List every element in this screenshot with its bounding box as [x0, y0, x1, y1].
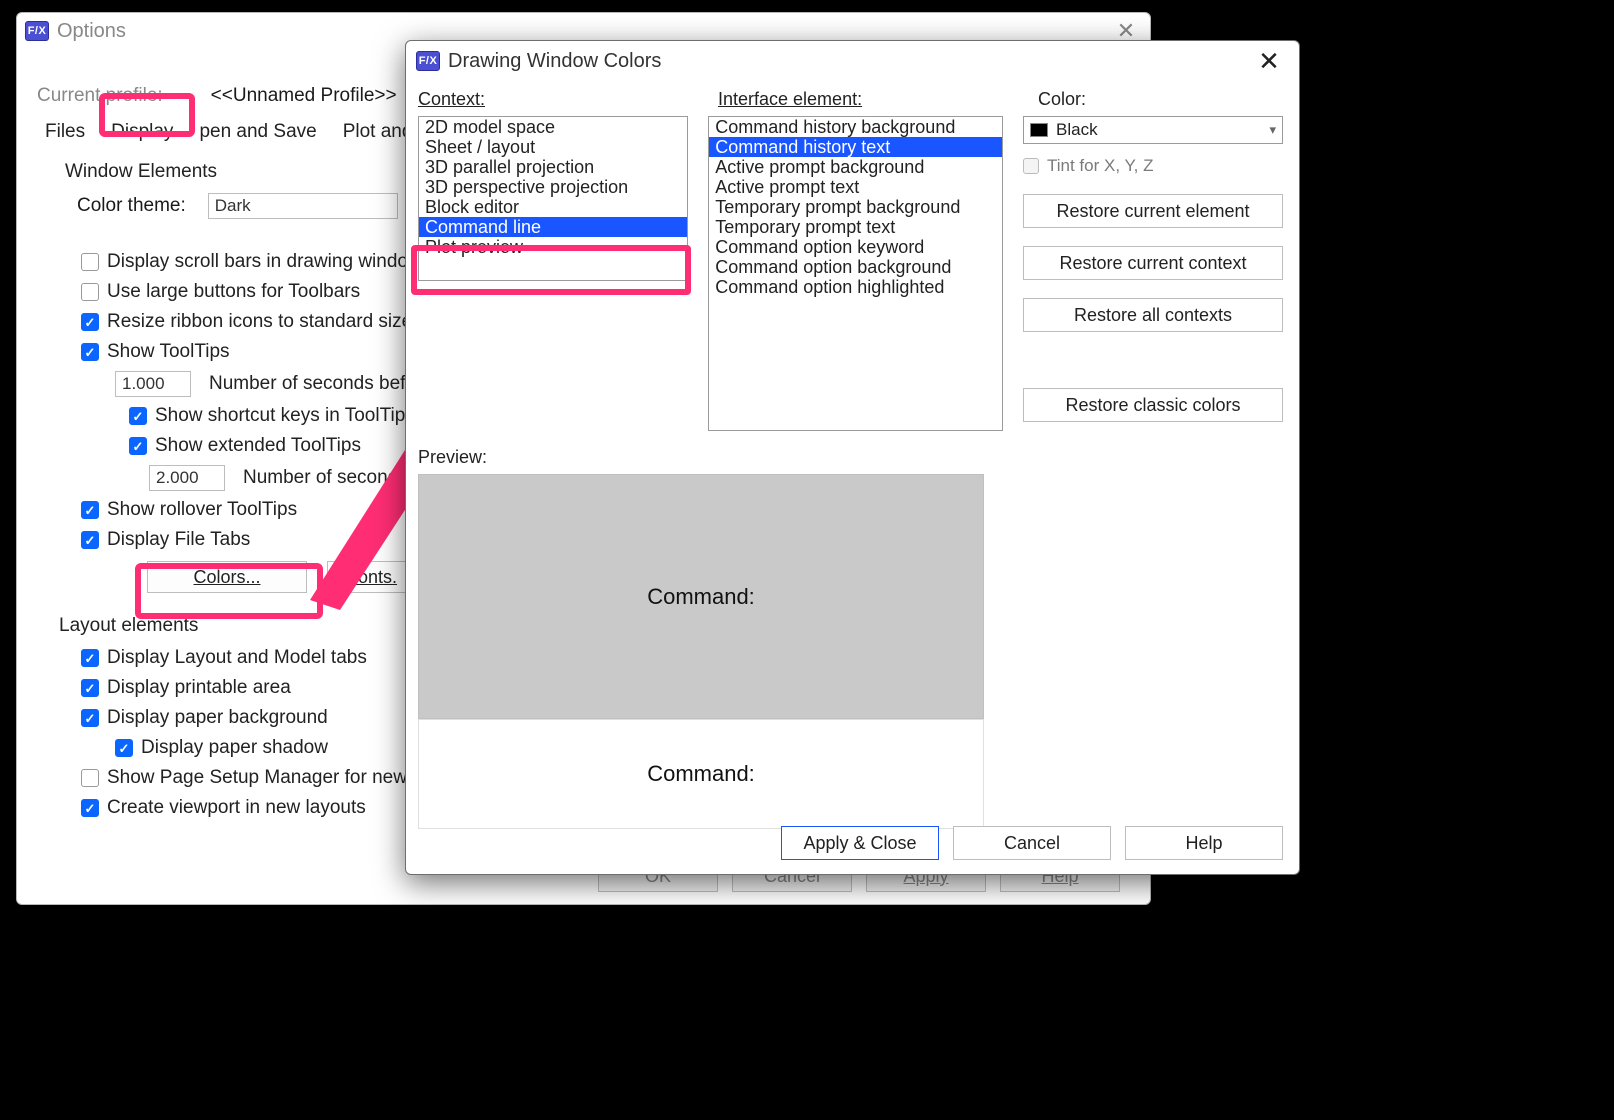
restore-current-element-button[interactable]: Restore current element — [1023, 194, 1283, 228]
chk-page-setup-manager[interactable] — [81, 769, 99, 787]
chk-page-setup-manager-label: Show Page Setup Manager for new lay — [107, 767, 437, 789]
element-item[interactable]: Command option keyword — [709, 237, 1002, 257]
chk-shortcut-tooltips-label: Show shortcut keys in ToolTips — [155, 405, 415, 427]
chk-printable-area-label: Display printable area — [107, 677, 291, 699]
tab-display[interactable]: Display — [103, 117, 181, 147]
context-item[interactable]: 3D perspective projection — [419, 177, 687, 197]
element-listbox[interactable]: Command history backgroundCommand histor… — [708, 116, 1003, 431]
chk-rollover-tooltips[interactable] — [81, 501, 99, 519]
app-icon: F/X — [25, 21, 49, 41]
tooltip-delay-label: Number of seconds before — [209, 373, 433, 395]
chk-rollover-tooltips-label: Show rollover ToolTips — [107, 499, 297, 521]
chk-create-viewport-label: Create viewport in new layouts — [107, 797, 366, 819]
options-title: Options — [57, 20, 126, 43]
ext-tooltip-delay-input[interactable]: 2.000 — [149, 465, 225, 491]
chk-file-tabs-label: Display File Tabs — [107, 529, 250, 551]
element-item[interactable]: Command option background — [709, 257, 1002, 277]
chk-extended-tooltips[interactable] — [129, 437, 147, 455]
chk-scrollbars-label: Display scroll bars in drawing window — [107, 251, 422, 273]
chk-resize-icons[interactable] — [81, 313, 99, 331]
chk-resize-icons-label: Resize ribbon icons to standard sizes — [107, 311, 422, 333]
apply-close-button[interactable]: Apply & Close — [781, 826, 939, 860]
color-swatch-icon — [1030, 123, 1048, 137]
color-theme-select[interactable]: Dark — [208, 193, 398, 219]
element-item[interactable]: Command history background — [709, 117, 1002, 137]
drawing-window-colors-dialog: F/X Drawing Window Colors ✕ Context: Int… — [405, 40, 1300, 875]
preview-label: Preview: — [418, 447, 1299, 468]
context-item[interactable]: 3D parallel projection — [419, 157, 687, 177]
dwc-titlebar: F/X Drawing Window Colors ✕ — [406, 41, 1299, 81]
chevron-down-icon: ▾ — [1269, 122, 1276, 138]
colors-button[interactable]: Colors... — [147, 561, 307, 593]
chk-printable-area[interactable] — [81, 679, 99, 697]
context-item[interactable]: Sheet / layout — [419, 137, 687, 157]
chk-paper-background[interactable] — [81, 709, 99, 727]
chk-create-viewport[interactable] — [81, 799, 99, 817]
context-item[interactable]: Block editor — [419, 197, 687, 217]
color-value: Black — [1056, 120, 1098, 140]
chk-paper-shadow[interactable] — [115, 739, 133, 757]
chk-show-tooltips[interactable] — [81, 343, 99, 361]
chk-paper-background-label: Display paper background — [107, 707, 328, 729]
element-item[interactable]: Temporary prompt background — [709, 197, 1002, 217]
chk-layout-model-tabs-label: Display Layout and Model tabs — [107, 647, 367, 669]
chk-tint-xyz[interactable] — [1023, 158, 1039, 174]
app-icon: F/X — [416, 51, 440, 71]
restore-current-context-button[interactable]: Restore current context — [1023, 246, 1283, 280]
current-profile-label: Current profile: — [37, 85, 163, 107]
interface-element-header: Interface element: — [718, 89, 1018, 110]
context-item[interactable]: Command line — [419, 217, 687, 237]
element-item[interactable]: Active prompt text — [709, 177, 1002, 197]
help-button[interactable]: Help — [1125, 826, 1283, 860]
cancel-button[interactable]: Cancel — [953, 826, 1111, 860]
color-theme-label: Color theme: — [77, 195, 186, 217]
chk-show-tooltips-label: Show ToolTips — [107, 341, 230, 363]
preview-panel-upper: Command: — [418, 474, 984, 719]
chk-scrollbars[interactable] — [81, 253, 99, 271]
element-item[interactable]: Active prompt background — [709, 157, 1002, 177]
context-item[interactable]: 2D model space — [419, 117, 687, 137]
restore-classic-colors-button[interactable]: Restore classic colors — [1023, 388, 1283, 422]
chk-paper-shadow-label: Display paper shadow — [141, 737, 328, 759]
chk-tint-xyz-label: Tint for X, Y, Z — [1047, 156, 1153, 176]
context-listbox[interactable]: 2D model spaceSheet / layout3D parallel … — [418, 116, 688, 281]
element-item[interactable]: Command option highlighted — [709, 277, 1002, 297]
tooltip-delay-input[interactable]: 1.000 — [115, 371, 191, 397]
current-profile-value: <<Unnamed Profile>> — [211, 85, 397, 107]
preview-panel-lower: Command: — [418, 719, 984, 829]
element-item[interactable]: Command history text — [709, 137, 1002, 157]
chk-large-buttons-label: Use large buttons for Toolbars — [107, 281, 360, 303]
element-item[interactable]: Temporary prompt text — [709, 217, 1002, 237]
chk-layout-model-tabs[interactable] — [81, 649, 99, 667]
chk-extended-tooltips-label: Show extended ToolTips — [155, 435, 361, 457]
color-header: Color: — [1038, 89, 1278, 110]
context-header: Context: — [418, 89, 698, 110]
tab-files[interactable]: Files — [37, 117, 93, 147]
chk-shortcut-tooltips[interactable] — [129, 407, 147, 425]
context-item[interactable]: Plot preview — [419, 237, 687, 257]
dwc-title: Drawing Window Colors — [448, 50, 661, 73]
fonts-button[interactable]: Fonts. — [327, 561, 417, 593]
close-icon[interactable]: ✕ — [1249, 43, 1289, 79]
tab-open-save[interactable]: pen and Save — [191, 117, 324, 147]
restore-all-contexts-button[interactable]: Restore all contexts — [1023, 298, 1283, 332]
color-select[interactable]: Black ▾ — [1023, 116, 1283, 144]
chk-large-buttons[interactable] — [81, 283, 99, 301]
chk-file-tabs[interactable] — [81, 531, 99, 549]
